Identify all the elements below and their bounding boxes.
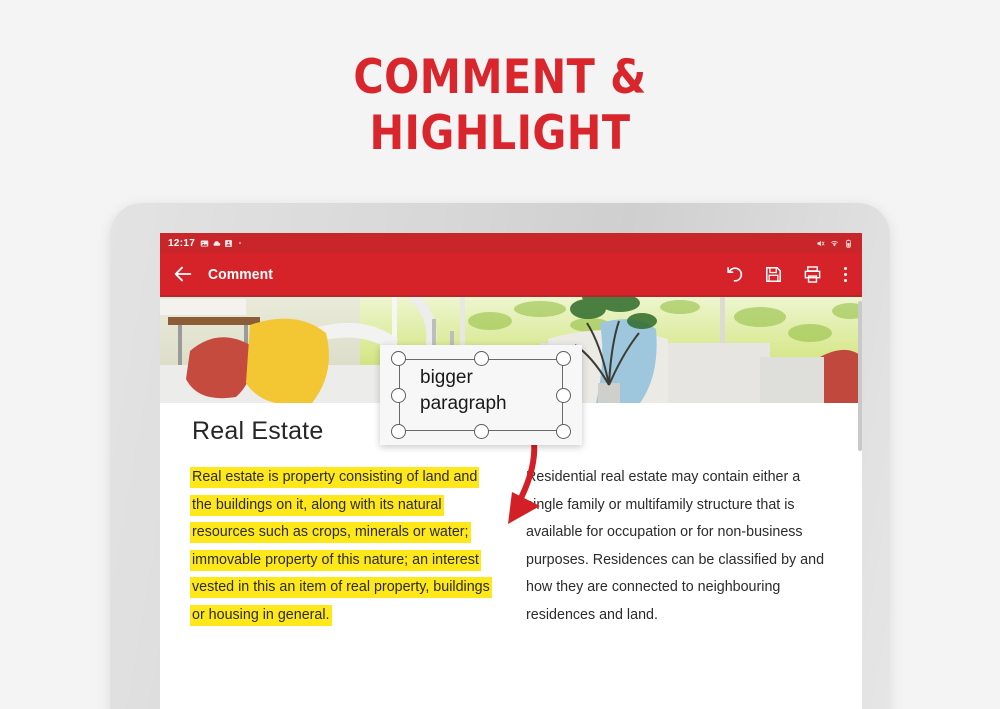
image-icon <box>200 240 209 246</box>
resize-handle-bottom-left[interactable] <box>391 424 406 439</box>
annotation-line-2: paragraph <box>420 393 507 414</box>
undo-icon[interactable] <box>725 265 744 284</box>
document-column-right: Residential real estate may contain eith… <box>526 464 832 629</box>
document-column-left: Real estate is property consisting of la… <box>190 464 496 629</box>
resize-handle-top-left[interactable] <box>391 351 406 366</box>
wifi-icon <box>831 240 838 246</box>
page-title: COMMENT & HIGHLIGHT <box>60 50 940 162</box>
screenshot-root: COMMENT & HIGHLIGHT 12:17 Comment Real E… <box>0 0 1000 709</box>
highlighted-text[interactable]: Real estate is property consisting of la… <box>190 467 492 626</box>
document-columns: Real estate is property consisting of la… <box>190 464 832 629</box>
status-bar-left-icons <box>200 239 242 248</box>
resize-handle-bottom-center[interactable] <box>473 424 489 439</box>
annotation-line-1: bigger <box>420 367 473 388</box>
resize-handle-bottom-right[interactable] <box>556 424 571 439</box>
resize-handle-top-right[interactable] <box>556 351 571 366</box>
app-bar: Comment <box>160 253 862 295</box>
save-icon[interactable] <box>764 265 783 284</box>
right-column-paragraph: Residential real estate may contain eith… <box>526 469 825 623</box>
status-dot-icon <box>239 242 242 244</box>
tablet-screen: 12:17 Comment Real Estate Real estate is… <box>160 233 862 709</box>
left-column-paragraph: Real estate is property consisting of la… <box>190 464 496 629</box>
annotation-textbox[interactable]: bigger paragraph <box>380 345 582 445</box>
print-icon[interactable] <box>803 265 822 284</box>
resize-handle-middle-left[interactable] <box>391 387 406 403</box>
tablet-device: 12:17 Comment Real Estate Real estate is… <box>110 203 890 709</box>
app-bar-title: Comment <box>208 265 273 283</box>
annotation-textbox-text: bigger paragraph <box>420 365 507 417</box>
mute-icon <box>817 240 825 246</box>
back-arrow-icon[interactable] <box>172 263 194 285</box>
resize-handle-top-center[interactable] <box>473 351 489 366</box>
more-options-icon[interactable] <box>844 265 848 284</box>
battery-icon <box>846 239 851 248</box>
page-title-line-1: COMMENT & <box>353 50 647 105</box>
cloud-icon <box>213 240 221 246</box>
document-body: Real Estate Real estate is property cons… <box>160 417 862 629</box>
status-bar-time: 12:17 <box>168 237 196 249</box>
resize-handle-middle-right[interactable] <box>556 387 571 403</box>
photo-top-rule <box>160 295 862 297</box>
status-bar: 12:17 <box>160 233 862 253</box>
contact-icon <box>225 239 232 247</box>
status-bar-right-icons <box>816 239 853 248</box>
page-title-line-2: HIGHLIGHT <box>369 106 631 161</box>
